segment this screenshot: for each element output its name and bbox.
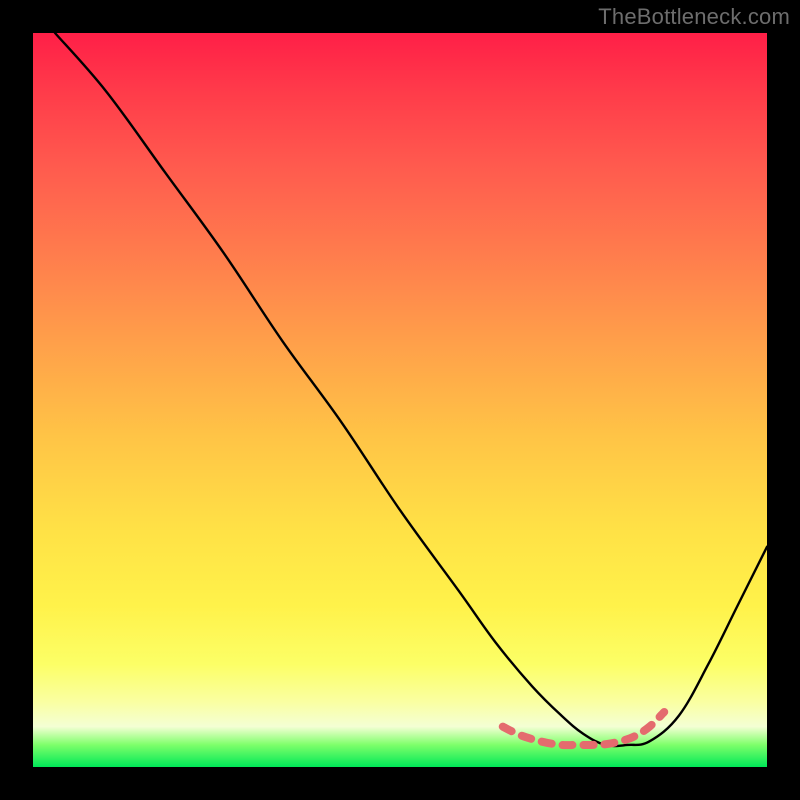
plot-area [33,33,767,767]
bottleneck-curve [55,33,767,746]
chart-svg [33,33,767,767]
watermark-text: TheBottleneck.com [598,4,790,30]
chart-stage: TheBottleneck.com [0,0,800,800]
bottleneck-accent [503,712,664,745]
